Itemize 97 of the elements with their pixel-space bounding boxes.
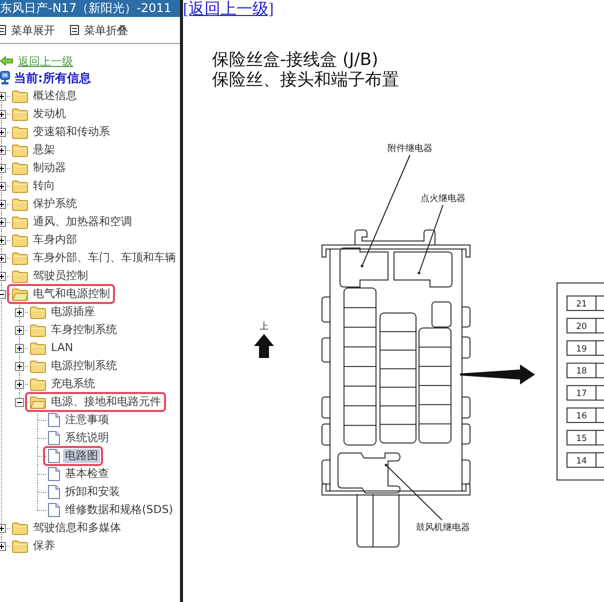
diagram-title: 保险丝、接头和端子布置 [212, 70, 399, 90]
folder-icon [12, 216, 28, 228]
tree-item[interactable]: 概述信息 [31, 89, 79, 103]
page-icon [48, 467, 60, 481]
up-arrow-icon [254, 334, 274, 358]
page-icon [48, 485, 60, 499]
back-link[interactable]: 返回上一级 [18, 54, 73, 68]
expand-menu-button[interactable]: 菜单展开 [0, 22, 55, 38]
folder-icon [12, 144, 28, 156]
tree-item[interactable]: 充电系统 [49, 377, 97, 391]
folder-icon [12, 126, 28, 138]
current-location: 当前:所有信息 [14, 70, 91, 86]
monitor-icon [0, 71, 10, 85]
list-icon [70, 25, 79, 35]
leader-line [384, 464, 442, 520]
tree-item[interactable]: 保养 [31, 539, 57, 553]
folder-icon [30, 342, 46, 354]
relay [340, 248, 388, 288]
tree-item[interactable]: 电源插座 [49, 305, 97, 319]
callout-label: 点火继电器 [420, 194, 466, 204]
plus-box-icon[interactable] [15, 344, 24, 352]
folder-icon [30, 324, 46, 336]
tree-item[interactable]: 拆卸和安装 [63, 485, 122, 499]
fuse-slot [596, 430, 604, 446]
fuse-number-cell: 17 [566, 385, 596, 401]
fuse-number-cell: 18 [566, 362, 596, 378]
plus-box-icon[interactable] [15, 362, 24, 370]
folder-icon [12, 162, 28, 174]
left-arrow-icon [0, 56, 13, 66]
connector-plug [356, 494, 400, 548]
folder-icon [12, 270, 28, 282]
folder-icon [12, 90, 28, 102]
folder-icon [30, 378, 46, 390]
folder-icon [12, 234, 28, 246]
folder-icon [12, 540, 28, 552]
tree-item[interactable]: 车身外部、车门、车顶和车辆 [31, 251, 178, 265]
callout-label: 鼓风机继电器 [416, 523, 470, 533]
tree-item[interactable]: 驾驶员控制 [31, 269, 90, 283]
fuse-slot [432, 302, 452, 328]
fuse-slot [596, 452, 604, 468]
tree-item[interactable]: 车身控制系统 [49, 323, 119, 337]
fuse-slot [596, 318, 604, 334]
minus-box-icon[interactable] [15, 398, 24, 406]
fuse-slot [596, 362, 604, 378]
open-folder-icon [30, 396, 46, 408]
fuse-number-cell: 20 [566, 318, 596, 334]
folder-icon [12, 108, 28, 120]
fuse-number-cell: 14 [566, 452, 596, 468]
tree-item[interactable]: 变速箱和传动系 [31, 125, 112, 139]
folder-icon [12, 198, 28, 210]
tree-item[interactable]: 维修数据和规格(SDS) [63, 503, 176, 517]
tree-item[interactable]: 注意事项 [63, 413, 111, 427]
folder-icon [12, 522, 28, 534]
fuse-number-cell: 21 [566, 296, 596, 311]
tree-item[interactable]: 车身内部 [31, 233, 79, 247]
fuse-number-cell: 15 [566, 430, 596, 446]
relay [394, 252, 452, 288]
tree-item[interactable]: 悬架 [31, 143, 57, 157]
relay [338, 452, 400, 494]
folder-icon [12, 180, 28, 192]
tree-item[interactable]: 驾驶信息和多媒体 [31, 521, 123, 535]
page-icon [48, 431, 60, 445]
fuse-number-cell: 19 [566, 340, 596, 356]
tree-item[interactable]: 电气和电源控制 [31, 287, 112, 301]
open-folder-icon [12, 288, 28, 300]
fuse-slot [596, 296, 604, 311]
tree-item[interactable]: 保护系统 [31, 197, 79, 211]
tree-item[interactable]: 发动机 [31, 107, 68, 121]
callout-label: 附件继电器 [388, 144, 432, 154]
folder-icon [30, 306, 46, 318]
sidebar-title: 东风日产-N17（新阳光）-2011 [0, 0, 180, 17]
leader-line [418, 204, 444, 274]
tree-item[interactable]: 基本检查 [63, 467, 111, 481]
orientation-label: 上 [260, 322, 268, 332]
page-icon [48, 449, 60, 463]
plus-box-icon[interactable] [15, 308, 24, 316]
tree-item[interactable]: 电源、接地和电路元件 [49, 395, 163, 409]
fuse-slot [596, 340, 604, 356]
page-icon [48, 503, 60, 517]
diagram-title: 保险丝盒-接线盒 (J/B) [212, 50, 378, 70]
tree-item[interactable]: 转向 [31, 179, 57, 193]
fuse-slot [596, 408, 604, 423]
page-icon [48, 413, 60, 427]
plus-box-icon[interactable] [15, 326, 24, 334]
tree-item[interactable]: 制动器 [31, 161, 68, 175]
fuse-slot [596, 385, 604, 401]
plus-box-icon[interactable] [15, 380, 24, 388]
tree-item[interactable]: 电路图 [63, 449, 100, 463]
tree-item[interactable]: 电源控制系统 [49, 359, 119, 373]
folder-icon [12, 252, 28, 264]
back-link[interactable]: [返回上一级] [183, 0, 274, 20]
tree-item[interactable]: LAN [49, 341, 76, 355]
collapse-menu-button[interactable]: 菜单折叠 [70, 22, 128, 38]
fuse-number-cell: 16 [566, 408, 596, 423]
folder-icon [30, 360, 46, 372]
tree-item[interactable]: 通风、加热器和空调 [31, 215, 134, 229]
tree-item[interactable]: 系统说明 [63, 431, 111, 445]
